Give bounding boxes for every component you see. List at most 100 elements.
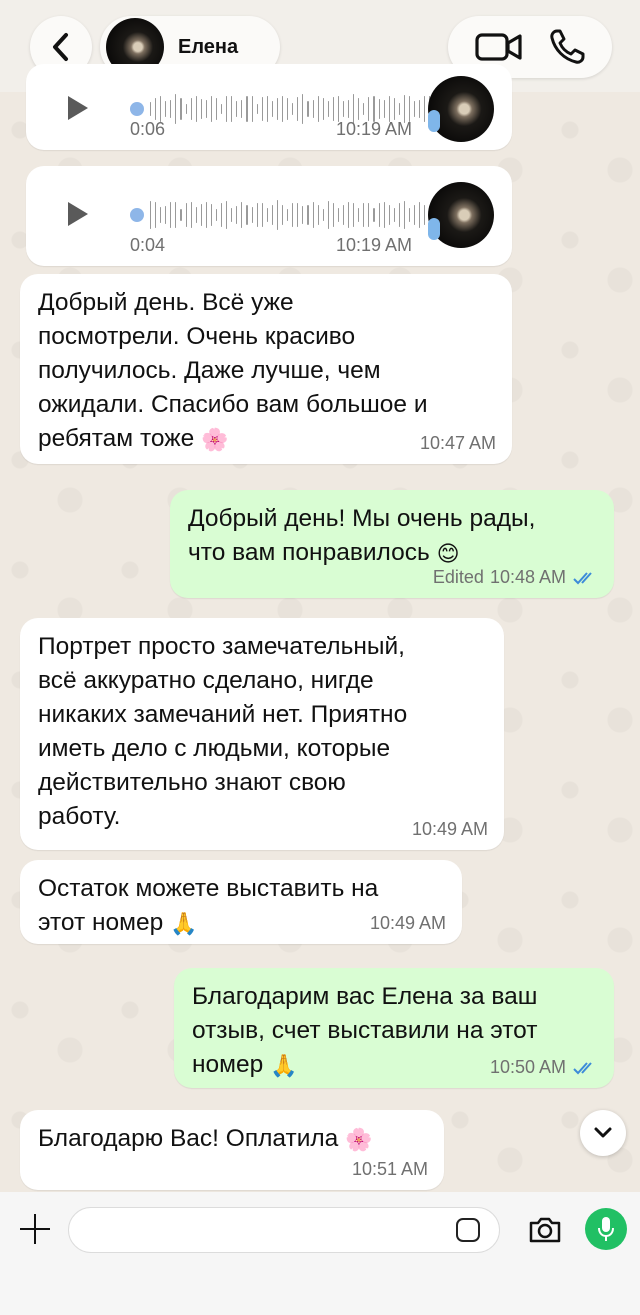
- flower-emoji: 🌸: [201, 426, 229, 452]
- playback-position[interactable]: [130, 102, 144, 116]
- waveform-bar: [251, 206, 253, 224]
- waveform-bar: [342, 205, 345, 225]
- waveform-bar: [282, 96, 284, 122]
- message-text: Добрый день. Всё уже посмотрели. Очень к…: [38, 286, 496, 457]
- waveform-bar: [200, 98, 202, 120]
- video-camera-icon[interactable]: [474, 31, 523, 63]
- waveform-bar: [307, 205, 309, 225]
- waveform-bar: [185, 103, 187, 115]
- waveform-bar: [155, 97, 157, 121]
- waveform-bar: [388, 204, 390, 226]
- waveform-bar: [261, 97, 263, 121]
- waveform-bar: [150, 201, 152, 229]
- waveform-bar: [403, 200, 405, 230]
- waveform-bar: [424, 96, 426, 122]
- waveform-bar: [419, 202, 421, 228]
- waveform-bar: [363, 202, 365, 228]
- waveform-bar: [287, 98, 289, 120]
- message-bubble[interactable]: Добрый день. Всё уже посмотрели. Очень к…: [20, 274, 512, 464]
- waveform-bar: [170, 202, 172, 228]
- waveform-bar: [297, 202, 299, 228]
- voice-duration: 0:06: [130, 119, 166, 139]
- waveform-bar: [231, 207, 233, 223]
- waveform-bar: [150, 102, 152, 116]
- pray-emoji: 🙏: [270, 1052, 298, 1078]
- smile-emoji: 😊: [436, 540, 460, 566]
- waveform-bar: [246, 96, 248, 122]
- waveform-bar: [190, 202, 192, 228]
- waveform-bar: [393, 98, 395, 120]
- microphone-icon: [598, 1217, 614, 1241]
- waveform-bar: [408, 208, 411, 222]
- waveform-bar: [266, 96, 268, 122]
- voice-duration: 0:04: [130, 235, 166, 255]
- waveform-bar: [332, 202, 334, 228]
- waveform-bar: [246, 204, 248, 226]
- waveform-bar: [383, 202, 385, 228]
- waveform-bar: [210, 204, 213, 226]
- pray-emoji: 🙏: [170, 910, 198, 936]
- message-text: Портрет просто замечательный, всё аккура…: [38, 633, 408, 830]
- waveform-bar: [256, 103, 258, 115]
- waveform-bar: [180, 97, 182, 121]
- plus-icon[interactable]: [18, 1212, 52, 1246]
- waveform-bar: [398, 103, 400, 115]
- message-bubble-outgoing[interactable]: Благодарим вас Елена за ваш отзыв, счет …: [174, 968, 614, 1088]
- waveform[interactable]: [150, 200, 431, 230]
- sticker-icon[interactable]: [456, 1218, 480, 1242]
- voice-message[interactable]: 0:06 10:19 AM: [26, 64, 512, 150]
- playback-position[interactable]: [130, 208, 144, 222]
- waveform-bar: [271, 100, 273, 118]
- waveform-bar: [358, 208, 360, 222]
- waveform-bar: [170, 100, 172, 118]
- message-bubble[interactable]: Портрет просто замечательный, всё аккура…: [20, 618, 504, 850]
- waveform-bar: [342, 101, 345, 117]
- message-bubble-outgoing[interactable]: Добрый день! Мы очень рады, что вам понр…: [170, 490, 614, 598]
- waveform-bar: [312, 202, 314, 228]
- play-icon[interactable]: [68, 202, 88, 226]
- waveform-bar: [302, 205, 304, 225]
- waveform-bar: [155, 202, 157, 228]
- waveform-bar: [312, 99, 314, 118]
- waveform-bar: [175, 94, 177, 124]
- waveform-bar: [307, 101, 309, 117]
- message-time: 10:19 AM: [335, 235, 412, 255]
- waveform-bar: [348, 99, 350, 119]
- waveform-bar: [216, 208, 218, 222]
- waveform-bar: [185, 203, 187, 227]
- waveform-bar: [160, 96, 162, 122]
- scroll-down-button[interactable]: [580, 1110, 626, 1156]
- message-bubble[interactable]: Остаток можете выставить на этот номер 🙏…: [20, 860, 462, 944]
- waveform-bar: [282, 204, 284, 226]
- contact-name: Елена: [178, 35, 239, 58]
- waveform-bar: [221, 203, 223, 227]
- waveform-bar: [322, 208, 324, 222]
- waveform-bar: [348, 202, 350, 228]
- waveform-bar: [251, 95, 253, 122]
- waveform-bar: [408, 96, 411, 122]
- edited-label: Edited: [432, 567, 484, 587]
- waveform-bar: [160, 207, 162, 223]
- waveform-bar: [180, 209, 182, 221]
- waveform-bar: [226, 95, 228, 123]
- waveform-bar: [337, 207, 339, 223]
- waveform-bar: [327, 200, 329, 230]
- camera-icon[interactable]: [528, 1216, 562, 1244]
- waveform-bar: [327, 101, 329, 117]
- waveform-bar: [373, 208, 375, 222]
- voice-message[interactable]: 0:04 10:19 AM: [26, 166, 512, 266]
- phone-icon[interactable]: [548, 28, 586, 66]
- message-time: 10:19 AM: [335, 119, 412, 139]
- waveform-bar: [302, 94, 304, 124]
- double-check-icon: [573, 1061, 592, 1074]
- message-bubble[interactable]: Благодарю Вас! Оплатила 🌸 10:51 AM: [20, 1110, 444, 1190]
- message-text: Благодарю Вас! Оплатила 🌸: [38, 1122, 428, 1157]
- waveform-bar: [216, 97, 218, 121]
- waveform-bar: [414, 101, 416, 117]
- play-icon[interactable]: [68, 96, 88, 120]
- microphone-button[interactable]: [585, 1208, 627, 1250]
- message-input[interactable]: [68, 1207, 500, 1253]
- microphone-icon: [428, 218, 440, 240]
- waveform-bar: [276, 200, 279, 230]
- waveform-bar: [276, 98, 279, 120]
